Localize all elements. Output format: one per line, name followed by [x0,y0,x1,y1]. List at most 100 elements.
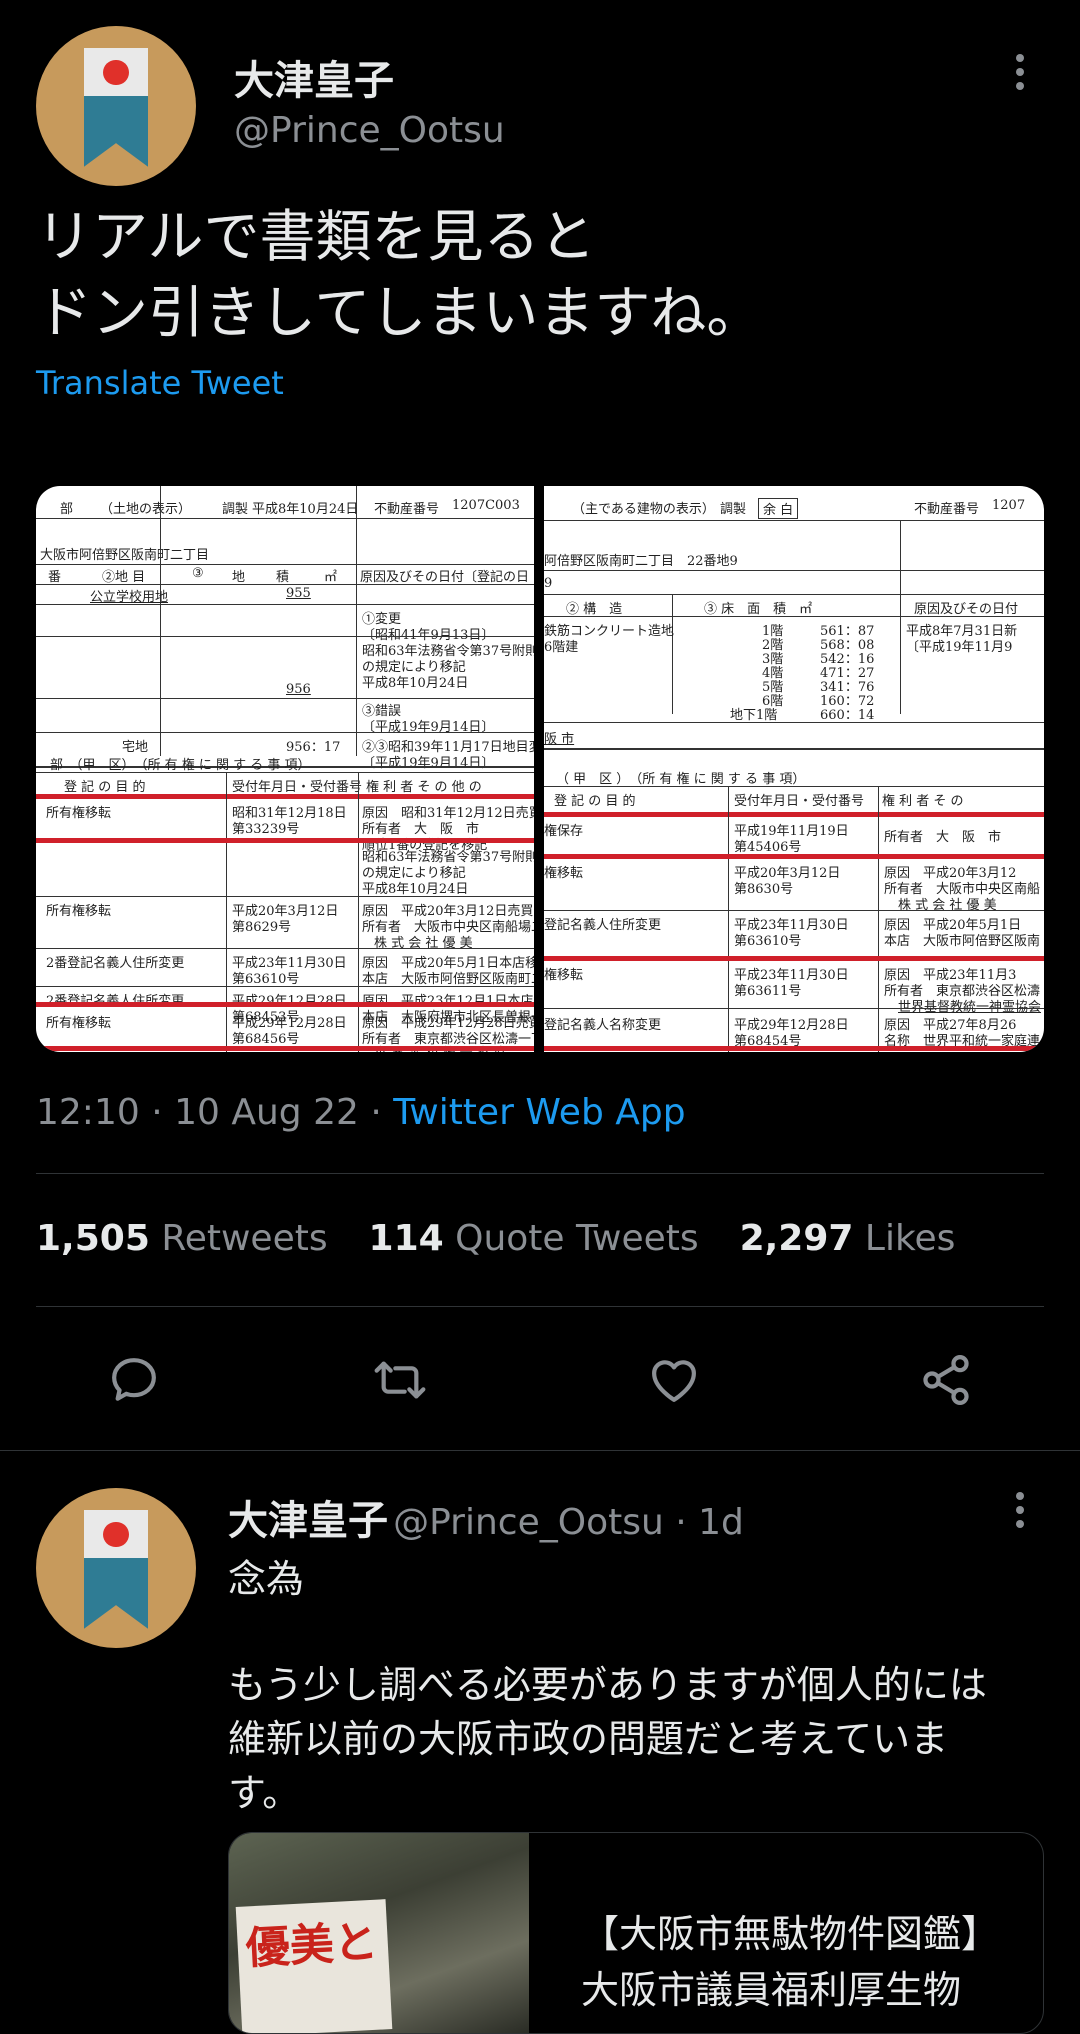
retweet-icon [374,1361,426,1399]
like-button[interactable] [646,1352,702,1412]
doc-right-e3-purpose: 権移転 [544,968,584,983]
user-handle[interactable]: @Prince_Ootsu [234,110,505,151]
doc-right-section: （ 甲 区 ） （所 有 権 に 関 す る 事 項） [556,772,806,787]
retweet-button[interactable] [372,1352,428,1412]
reply-text-line-2: もう少し調べる必要がありますが個人的には [228,1663,987,1707]
reply-header[interactable]: 大津皇子 @Prince_Ootsu · 1d [228,1488,744,1546]
doc-right-e3-no: 第63611号 [734,984,802,999]
link-card-image: 優美と [229,1833,529,2033]
doc-right-col-0: ② 構 造 [566,602,623,617]
translate-tweet-link[interactable]: Translate Tweet [36,364,284,402]
divider [36,1306,1044,1307]
tweet-time-date[interactable]: 12:10 · 10 Aug 22 · [36,1092,382,1133]
doc-left-seccol-1: 受付年月日・受付番号 [232,780,363,795]
retweets-label: Retweets [161,1218,328,1259]
tweet-stats: 1,505 Retweets 114 Quote Tweets 2,297 Li… [36,1218,955,1259]
doc-left-e0-purpose: 所有権移転 [46,806,112,821]
doc-right-owner-city: 阪 市 [544,732,575,747]
doc-right-cause-2: 〔平成19年11月9 [906,640,1013,655]
doc-left-section: 部 （甲 区） （所 有 権 に 関 す る 事 項） [50,758,311,773]
doc-right-col-1: ③ 床 面 積 ㎡ [704,602,813,617]
doc-left-col-6: 原因及びその日付〔登記の日 [360,570,530,585]
doc-right-e4-purpose: 登記名義人名称変更 [544,1018,662,1033]
doc-right-seccol-1: 受付年月日・受付番号 [734,794,865,809]
doc-left-seccol-0: 登 記 の 目 的 [64,780,146,795]
quote-tweets-stat[interactable]: 114 Quote Tweets [369,1218,711,1259]
tweet-image-left[interactable]: 部 （土地の表示） 調製 平成8年10月24日 不動産番号 1207C003 大… [36,486,534,1052]
share-button[interactable] [918,1352,974,1412]
doc-left-seccol-2: 権 利 者 そ の 他 の [366,780,482,795]
doc-left-r4-b: 〔平成19年9月14日〕 [362,756,495,771]
divider [36,1173,1044,1174]
doc-right-e2-r2: 本店 大阪市阿倍野区阪南 [884,934,1041,949]
doc-left-e5-no: 第68456号 [232,1032,300,1047]
doc-left-col-5: ㎡ [324,570,338,585]
display-name[interactable]: 大津皇子 [234,48,394,106]
link-card[interactable]: 優美と 【大阪市無駄物件図鑑】 大阪市議員福利厚生物 [228,1832,1044,2034]
tweet-text-line-1: リアルで書類を見ると [36,205,596,270]
doc-left-r3-area: 956 [286,682,311,697]
doc-right-e1-purpose: 権移転 [544,866,584,881]
doc-right-area-6: 660：14 [820,708,875,723]
doc-left-e0-no: 第33239号 [232,822,300,837]
doc-left-r0-area: 955 [286,586,311,601]
doc-left-address: 大阪市阿倍野区阪南町二丁目 [40,548,210,563]
doc-right-e0-purpose: 権保存 [544,824,584,839]
link-card-title: 【大阪市無駄物件図鑑】 [581,1912,1000,1956]
doc-left-e2-no: 第8629号 [232,920,292,935]
doc-right-seccol-2: 権 利 者 そ の [882,794,964,809]
doc-left-header-numlabel: 不動産番号 [374,502,440,517]
doc-left-e5-purpose: 所有権移転 [46,1016,112,1031]
doc-left-r4-area: 956：17 [286,740,341,755]
doc-left-header-part: 部 [60,502,74,517]
doc-left-header-title: （土地の表示） [100,502,192,517]
avatar[interactable] [36,26,196,186]
doc-left-e3-no: 第63610号 [232,972,300,987]
doc-right-e2-purpose: 登記名義人住所変更 [544,918,662,933]
doc-right-e3-r3: 世界基督教統一神霊協会 [898,1000,1042,1015]
sign-board: 優美と [235,1899,393,2033]
more-options-icon[interactable] [1016,54,1024,90]
share-icon [923,1355,969,1405]
doc-right-address: 阿倍野区阪南町二丁目 22番地9 [544,554,738,569]
doc-right-header-prep: 調製 [720,502,747,517]
sign-text: 優美と [244,1916,380,1975]
reply-text-line-1: 念為 [228,1557,305,1601]
doc-right-floor-6: 地下1階 [730,708,778,723]
doc-left-e2-purpose: 所有権移転 [46,904,112,919]
doc-left-header-num: 1207C003 [452,498,520,513]
tweet-text-line-2: ドン引きしてしまいますね。 [36,281,763,346]
likes-stat[interactable]: 2,297 Likes [740,1218,956,1259]
doc-right-num: 9 [544,576,553,591]
doc-right-col-2: 原因及びその日付 [914,602,1019,617]
reply-avatar[interactable] [36,1488,196,1648]
doc-left-e3-purpose: 2番登記名義人住所変更 [46,956,185,971]
doc-left-r4-use: 宅地 [122,740,149,755]
tweet-image-right[interactable]: （主である建物の表示） 調製 余 白 不動産番号 1207 阿倍野区阪南町二丁目… [544,486,1044,1052]
link-card-subtitle: 大阪市議員福利厚生物 [581,1968,962,2012]
likes-count: 2,297 [739,1218,854,1259]
tweet-source-link[interactable]: Twitter Web App [393,1092,685,1133]
doc-right-seccol-0: 登 記 の 目 的 [554,794,636,809]
doc-left-col-0: 番 [48,570,62,585]
doc-right-header-num: 1207 [992,498,1026,513]
doc-right-e2-no: 第63610号 [734,934,802,949]
doc-left-col-1: ②地 目 [102,570,146,585]
doc-left-header-date: 平成8年10月24日 [252,502,359,517]
doc-left-col-3: 地 [232,570,246,585]
doc-left-col-2: ③ [192,566,204,581]
reply-handle-time[interactable]: @Prince_Ootsu · 1d [393,1502,744,1543]
section-divider [0,1450,1080,1451]
doc-left-e3-r2: 本店 大阪市阿倍野区阪南町二丁目 [362,972,534,987]
reply-display-name[interactable]: 大津皇子 [228,1498,388,1544]
doc-left-r2-c: 平成8年10月24日 [362,676,469,691]
doc-right-structure-2: 6階建 [544,640,579,655]
likes-label: Likes [864,1218,956,1259]
quote-tweets-count: 114 [368,1218,444,1259]
reply-text-line-3: 維新以前の大阪市政の問題だと考えていま [228,1717,949,1761]
reply-more-options-icon[interactable] [1016,1492,1024,1528]
tweet-timestamp[interactable]: 12:10 · 10 Aug 22 · Twitter Web App [36,1092,686,1133]
retweets-stat[interactable]: 1,505 Retweets [36,1218,339,1259]
reply-button[interactable] [106,1352,162,1412]
doc-right-header-title: （主である建物の表示） [572,502,715,517]
